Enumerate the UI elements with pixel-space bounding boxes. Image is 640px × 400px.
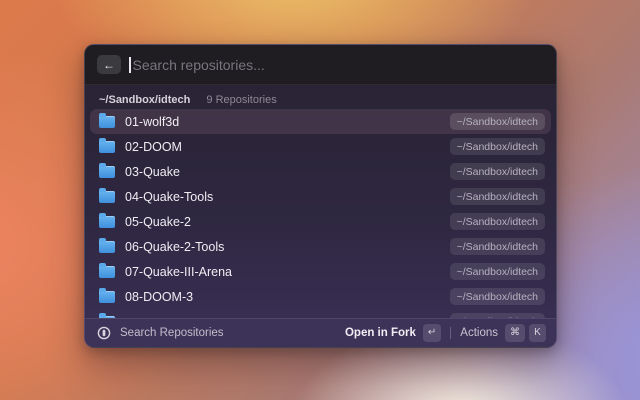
repo-row[interactable]: 06-Quake-2-Tools ~/Sandbox/idtech <box>90 234 551 259</box>
repo-name: 02-DOOM <box>125 140 182 154</box>
repo-row[interactable]: 05-Quake-2 ~/Sandbox/idtech <box>90 209 551 234</box>
folder-icon <box>99 291 115 303</box>
repo-path-badge: ~/Sandbox/idtech <box>450 113 545 130</box>
folder-icon <box>99 191 115 203</box>
search-bar: ← Search repositories... <box>85 45 556 85</box>
section-count-label: 9 Repositories <box>206 94 276 106</box>
repo-row[interactable]: 01-wolf3d ~/Sandbox/idtech <box>90 109 551 134</box>
back-arrow-icon: ← <box>103 59 115 71</box>
folder-icon <box>99 116 115 128</box>
search-input[interactable]: Search repositories... <box>133 57 265 73</box>
repo-name: 05-Quake-2 <box>125 215 191 229</box>
repo-row[interactable]: 07-Quake-III-Arena ~/Sandbox/idtech <box>90 259 551 284</box>
repo-path-badge: ~/Sandbox/idtech <box>450 163 545 180</box>
repo-path-badge: ~/Sandbox/idtech <box>450 188 545 205</box>
actions-button[interactable]: Actions <box>460 327 498 339</box>
k-key-badge[interactable]: K <box>529 324 546 342</box>
repo-row[interactable]: 04-Quake-Tools ~/Sandbox/idtech <box>90 184 551 209</box>
launcher-window: ← Search repositories... ~/Sandbox/idtec… <box>84 44 557 348</box>
repo-name: 03-Quake <box>125 165 180 179</box>
text-caret <box>129 57 131 73</box>
section-path-label: ~/Sandbox/idtech <box>99 94 190 106</box>
repo-name: 08-DOOM-3 <box>125 290 193 304</box>
command-label: Search Repositories <box>120 327 224 339</box>
back-button[interactable]: ← <box>97 55 121 74</box>
folder-icon <box>99 241 115 253</box>
repo-row[interactable]: 08-DOOM-3 ~/Sandbox/idtech <box>90 284 551 309</box>
repo-path-badge: ~/Sandbox/idtech <box>450 213 545 230</box>
repo-list-viewport: ~/Sandbox/idtech 9 Repositories 01-wolf3… <box>85 86 556 318</box>
folder-icon <box>99 216 115 228</box>
repo-path-badge: ~/Sandbox/idtech <box>450 138 545 155</box>
repo-name: 06-Quake-2-Tools <box>125 240 224 254</box>
repo-path-badge: ~/Sandbox/idtech <box>450 263 545 280</box>
repo-path-badge: ~/Sandbox/idtech <box>450 288 545 305</box>
return-key-badge[interactable]: ↵ <box>423 324 441 342</box>
cmd-key-badge[interactable]: ⌘ <box>505 324 525 342</box>
extension-icon <box>97 326 111 340</box>
folder-icon <box>99 166 115 178</box>
repo-path-badge: ~/Sandbox/idtech <box>450 238 545 255</box>
section-header: ~/Sandbox/idtech 9 Repositories <box>85 86 556 109</box>
repo-name: 01-wolf3d <box>125 115 179 129</box>
footer-bar: Search Repositories Open in Fork ↵ Actio… <box>85 318 556 347</box>
repo-list: 01-wolf3d ~/Sandbox/idtech 02-DOOM ~/San… <box>85 109 556 318</box>
repo-row[interactable]: 03-Quake ~/Sandbox/idtech <box>90 159 551 184</box>
primary-action-button[interactable]: Open in Fork <box>345 327 416 339</box>
repo-row[interactable]: 02-DOOM ~/Sandbox/idtech <box>90 134 551 159</box>
folder-icon <box>99 266 115 278</box>
repo-row[interactable]: ~/Sandbox/idtech <box>90 309 551 318</box>
footer-divider <box>450 327 451 339</box>
desktop: { "wallpaper": { "colors": ["#dd7a4b", "… <box>0 0 640 400</box>
repo-name: 04-Quake-Tools <box>125 190 213 204</box>
folder-icon <box>99 141 115 153</box>
repo-name: 07-Quake-III-Arena <box>125 265 232 279</box>
